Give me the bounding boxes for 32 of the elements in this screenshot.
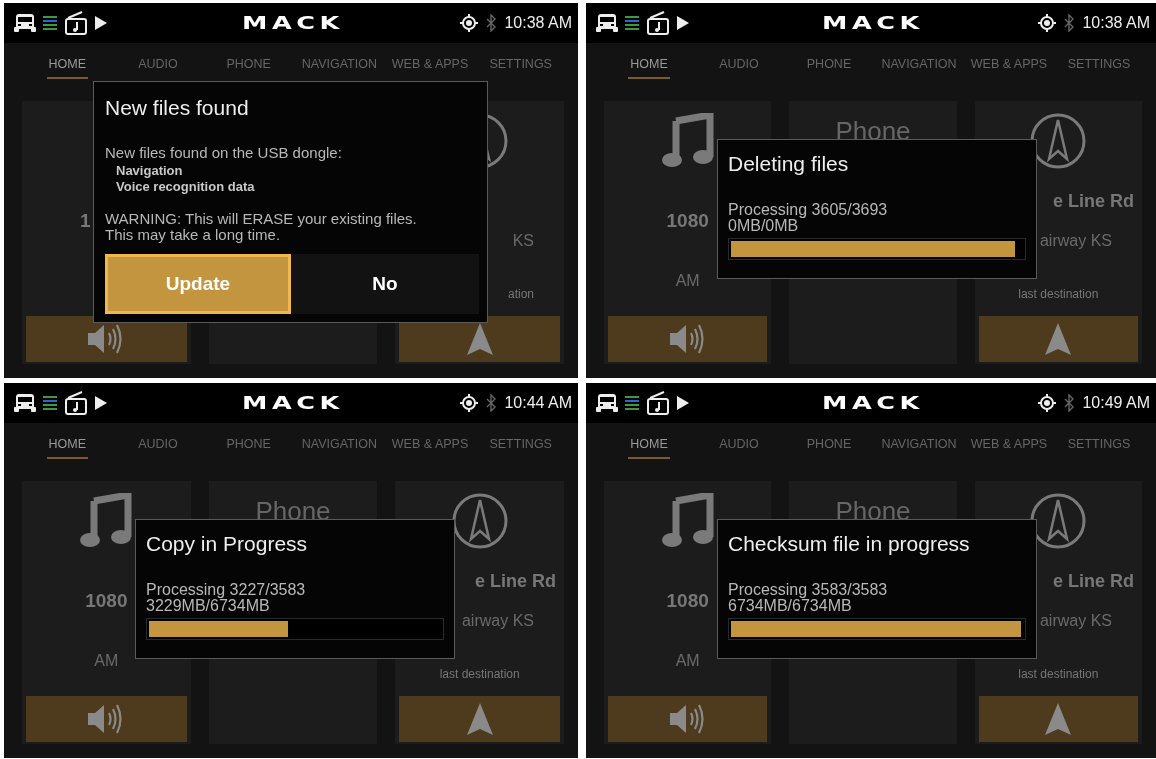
card-text: last destination xyxy=(439,667,520,681)
clock-time: 10:49 AM xyxy=(1082,394,1150,412)
dialog-title: New files found xyxy=(105,96,250,120)
card-text: AM xyxy=(675,652,700,670)
card-text: AM xyxy=(675,272,700,290)
brand-logo: MACK xyxy=(822,393,924,413)
dialog-message: New files found on the USB dongle: xyxy=(105,144,343,161)
card-text: airway KS xyxy=(1039,612,1112,630)
warning-text: This may take a long time. xyxy=(105,227,282,243)
brand-logo: MACK xyxy=(242,13,344,33)
clock-time: 10:38 AM xyxy=(1082,14,1150,32)
warning-text: WARNING: This will ERASE your existing files. xyxy=(105,211,418,227)
brand-logo: MACK xyxy=(242,393,344,413)
file-type-label: Navigation xyxy=(116,163,184,179)
card-text: 1 xyxy=(80,210,91,232)
card-text: e Line Rd xyxy=(1052,190,1134,212)
card-text: e Line Rd xyxy=(1052,570,1134,592)
card-text: airway KS xyxy=(1039,232,1112,250)
card-text: 1080 xyxy=(85,590,128,612)
card-text: last destination xyxy=(1018,287,1099,301)
card-text: e Line Rd xyxy=(475,570,556,592)
card-text: AM xyxy=(94,652,119,670)
card-text: ation xyxy=(507,287,534,301)
card-text: 1080 xyxy=(666,210,709,232)
clock-time: 10:38 AM xyxy=(504,14,572,32)
card-text: KS xyxy=(512,232,534,250)
card-text: last destination xyxy=(1018,667,1099,681)
clock-time: 10:44 AM xyxy=(504,394,572,412)
card-text: 1080 xyxy=(666,590,709,612)
card-text: airway KS xyxy=(461,612,534,630)
brand-logo: MACK xyxy=(822,13,924,33)
file-type-label: Voice recognition data xyxy=(116,179,256,195)
